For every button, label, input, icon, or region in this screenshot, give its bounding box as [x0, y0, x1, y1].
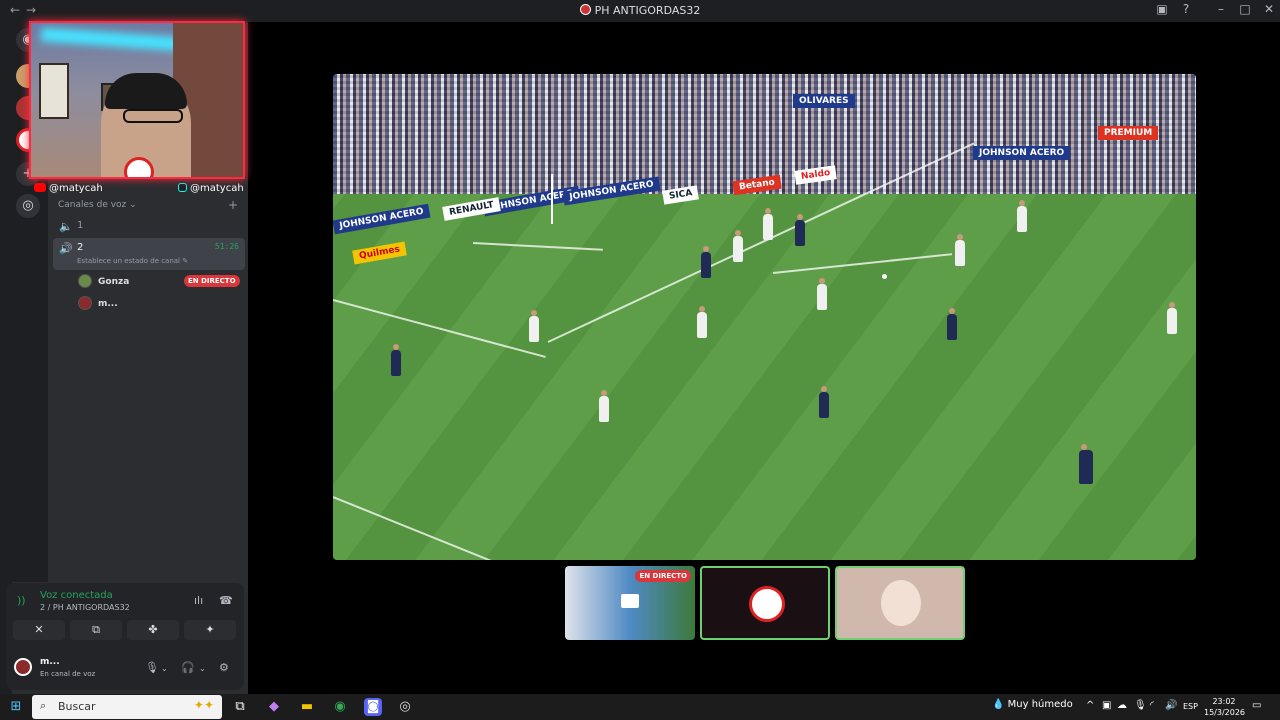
close-button[interactable]: ✕: [1259, 2, 1279, 16]
player: [701, 246, 711, 278]
player: [697, 306, 707, 338]
tiktok-icon: [178, 183, 187, 192]
webcam-overlay: [29, 21, 245, 179]
help-icon[interactable]: ?: [1176, 2, 1196, 16]
copilot-icon[interactable]: ◆: [265, 698, 283, 716]
microphone-icon[interactable]: 🎙: [145, 661, 159, 674]
voice-connected-channel[interactable]: 2 / PH ANTIGORDAS32: [40, 603, 130, 612]
player: [763, 208, 773, 240]
player: [733, 230, 743, 262]
time: 23:02: [1212, 697, 1236, 706]
task-view-icon[interactable]: ⧉: [231, 698, 249, 716]
user-name[interactable]: m...: [40, 657, 60, 667]
discover-icon[interactable]: ◎: [16, 194, 40, 218]
user-status: En canal de voz: [40, 670, 96, 678]
notification-icon[interactable]: ▭: [1252, 700, 1261, 711]
activities-button[interactable]: ✤: [127, 620, 179, 640]
water-drop-icon: 💧: [992, 699, 1005, 710]
player: [1017, 200, 1027, 232]
voice-channel-1[interactable]: 🔈 1: [53, 216, 245, 236]
player: [955, 234, 965, 266]
date: 15/3/2026: [1204, 708, 1246, 717]
clock[interactable]: 23:02 15/3/2026: [1204, 696, 1246, 718]
inbox-icon[interactable]: ▣: [1152, 2, 1172, 16]
player: [947, 308, 957, 340]
language-indicator[interactable]: ESP: [1183, 702, 1198, 711]
voice-connected-label[interactable]: Voz conectada: [40, 590, 113, 601]
avatar: [881, 580, 921, 626]
volume-icon[interactable]: 🔊: [1165, 700, 1177, 711]
chrome-icon[interactable]: ◉: [331, 698, 349, 716]
speaker-active-icon: 🔊: [59, 242, 73, 255]
ball: [882, 274, 887, 279]
chevron-down-icon[interactable]: ⌄: [161, 664, 168, 673]
voice-channels-header[interactable]: Canales de voz ⌄: [58, 200, 137, 210]
window-title-text: PH ANTIGORDAS32: [594, 4, 701, 17]
stream-video[interactable]: JOHNSON ACERO JOHNSON ACERO JOHNSON ACER…: [333, 74, 1196, 560]
speaker-icon: 🔈: [59, 220, 73, 233]
minimize-button[interactable]: –: [1211, 2, 1231, 16]
tiktok-handle: @matycah: [178, 183, 244, 194]
voice-member[interactable]: m...: [78, 296, 118, 310]
player: [819, 386, 829, 418]
stream-tile[interactable]: EN DIRECTO: [565, 566, 695, 640]
ad-board: PREMIUM: [1098, 126, 1159, 140]
player: [1167, 302, 1177, 334]
camera-button[interactable]: ✕: [13, 620, 65, 640]
headphones-icon[interactable]: 🎧: [181, 661, 195, 674]
football-pitch: [333, 194, 1196, 560]
noise-suppression-icon[interactable]: ılı: [194, 594, 203, 607]
search-icon: ⌕: [40, 699, 47, 712]
live-badge: EN DIRECTO: [635, 570, 691, 582]
team-logo-icon: [124, 157, 154, 177]
voice-channel-2[interactable]: 🔊 2 51:26 Establece un estado de canal ✎: [53, 238, 245, 270]
server-logo-icon: [579, 4, 591, 15]
team-logo-icon: [749, 586, 785, 622]
voice-member[interactable]: Gonza: [78, 274, 129, 288]
weather-widget[interactable]: 💧 Muy húmedo: [992, 699, 1073, 710]
participant-tile[interactable]: [700, 566, 830, 640]
banner: OLIVARES: [793, 94, 855, 108]
add-channel-icon[interactable]: +: [228, 198, 238, 212]
chevron-down-icon[interactable]: ⌄: [199, 664, 206, 673]
player: [529, 310, 539, 342]
title-bar: ← → PH ANTIGORDAS32 ▣ ? – □ ✕: [0, 0, 1280, 22]
youtube-icon: [34, 183, 46, 192]
tray-app-icon[interactable]: ▣: [1102, 700, 1111, 711]
avatar: [78, 274, 92, 288]
channel-status[interactable]: Establece un estado de canal ✎: [77, 257, 188, 265]
obs-icon[interactable]: ◎: [396, 698, 414, 716]
maximize-button[interactable]: □: [1235, 2, 1255, 16]
soundboard-button[interactable]: ✦: [184, 620, 236, 640]
wifi-icon[interactable]: ◜: [1150, 700, 1154, 711]
channel-timer: 51:26: [214, 242, 239, 251]
youtube-handle: @matycah: [34, 183, 103, 194]
share-screen-button[interactable]: ⧉: [70, 620, 122, 640]
participant-tile[interactable]: [835, 566, 965, 640]
avatar: [78, 296, 92, 310]
disconnect-icon[interactable]: ☎: [219, 594, 233, 607]
player: [599, 390, 609, 422]
windows-start-icon[interactable]: ⊞: [7, 698, 25, 716]
player: [1079, 444, 1093, 484]
discord-taskbar-icon[interactable]: ◙: [364, 698, 382, 716]
search-box[interactable]: ⌕ Buscar ✦✦: [32, 695, 222, 719]
sparkle-icon: ✦✦: [193, 698, 214, 712]
user-avatar[interactable]: [14, 658, 32, 676]
microphone-tray-icon[interactable]: 🎙: [1134, 700, 1147, 711]
player: [817, 278, 827, 310]
cloud-icon[interactable]: ☁: [1117, 700, 1127, 711]
player: [795, 214, 805, 246]
file-explorer-icon[interactable]: ▬: [298, 698, 316, 716]
ad-board: JOHNSON ACERO: [973, 146, 1071, 160]
settings-gear-icon[interactable]: ⚙: [219, 661, 229, 674]
signal-icon[interactable]: )): [17, 594, 26, 607]
goal-post: [551, 174, 553, 224]
wall-picture: [39, 63, 69, 119]
screen-share-icon: [621, 594, 639, 608]
live-badge: EN DIRECTO: [184, 275, 240, 287]
chevron-up-icon[interactable]: ^: [1086, 700, 1094, 711]
player: [391, 344, 401, 376]
window-title: PH ANTIGORDAS32: [0, 4, 1280, 17]
